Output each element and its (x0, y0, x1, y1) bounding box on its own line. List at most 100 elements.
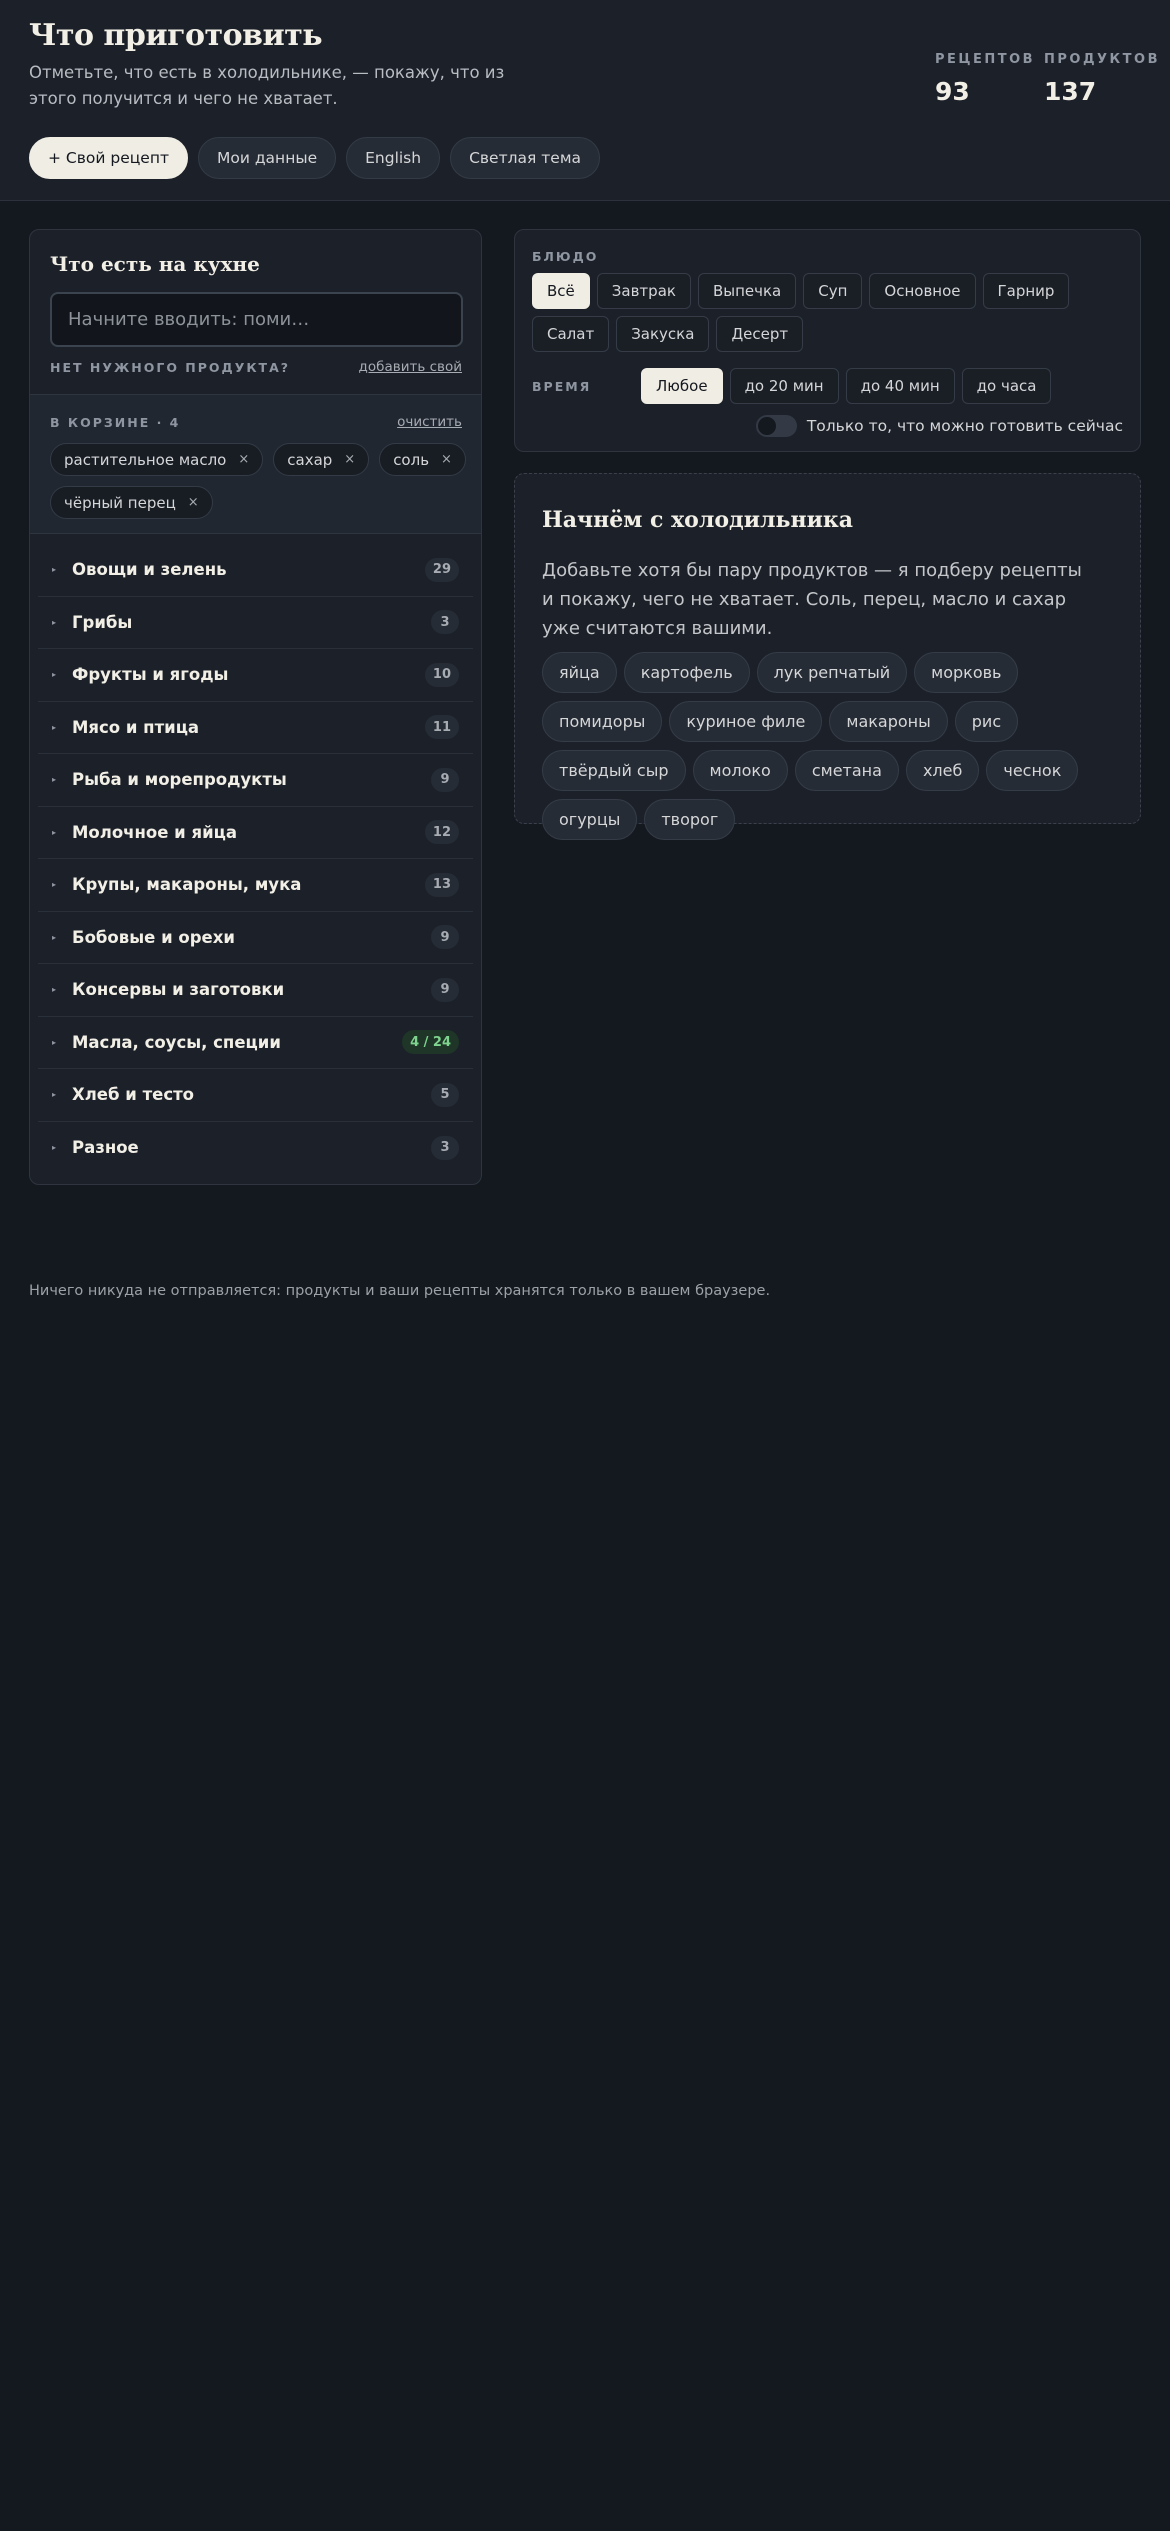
dish-option[interactable]: Суп (803, 273, 863, 309)
dish-filter-label: БЛЮДО (532, 249, 599, 264)
category-count-badge: 10 (424, 662, 459, 687)
suggestion-chip[interactable]: помидоры (542, 701, 663, 742)
header-actions: + Свой рецепт Мои данные English Светлая… (29, 137, 601, 179)
my-data-button[interactable]: Мои данные (197, 137, 337, 179)
basket-label: В КОРЗИНЕ · 4 (50, 415, 181, 430)
dish-option[interactable]: Основное (869, 273, 976, 309)
remove-icon[interactable]: × (188, 495, 199, 510)
dish-option[interactable]: Закуска (616, 316, 710, 352)
expand-arrow-icon: ▸ (52, 827, 57, 837)
expand-arrow-icon: ▸ (52, 1037, 57, 1047)
suggestion-chips: яйца картофель лук репчатый морковь помидоры… (542, 652, 1122, 840)
suggestion-chip[interactable]: куриное филе (669, 701, 823, 742)
category-row[interactable]: ▸ Хлеб и тесто 5 (38, 1069, 473, 1122)
dish-option[interactable]: Гарнир (982, 273, 1070, 309)
empty-state-text: Добавьте хотя бы пару продуктов — я подб… (542, 560, 1082, 639)
category-label: Овощи и зелень (72, 560, 227, 580)
theme-button[interactable]: Светлая тема (450, 137, 601, 179)
category-count-badge: 13 (424, 872, 459, 897)
suggestion-chip[interactable]: рис (954, 701, 1019, 742)
expand-arrow-icon: ▸ (52, 880, 57, 890)
filter-panel: БЛЮДО Всё Завтрак Выпечка Суп Основное Гарнир… (514, 229, 1141, 452)
category-label: Грибы (72, 612, 133, 632)
category-row[interactable]: ▸ Рыба и морепродукты 9 (38, 754, 473, 807)
expand-arrow-icon: ▸ (52, 985, 57, 995)
time-filter-label: ВРЕМЯ (532, 379, 592, 394)
dish-option[interactable]: Салат (532, 316, 610, 352)
remove-icon[interactable]: × (441, 452, 452, 467)
category-count-badge: 29 (424, 557, 459, 582)
suggestion-chip[interactable]: морковь (914, 652, 1019, 693)
category-count-badge: 5 (431, 1082, 459, 1107)
category-row[interactable]: ▸ Молочное и яйца 12 (38, 807, 473, 859)
recipes-stat-value: 93 (935, 77, 970, 106)
suggestion-chip[interactable]: огурцы (542, 799, 638, 840)
dish-option[interactable]: Завтрак (596, 273, 691, 309)
add-recipe-button[interactable]: + Свой рецепт (29, 137, 188, 179)
expand-arrow-icon: ▸ (52, 775, 57, 785)
time-option[interactable]: до 20 мин (729, 368, 839, 404)
cook-now-toggle-label: Только то, что можно готовить сейчас (806, 417, 1123, 435)
category-label: Хлеб и тесто (72, 1085, 195, 1105)
category-row[interactable]: ▸ Овощи и зелень 29 (38, 544, 473, 597)
suggestion-chip[interactable]: чеснок (986, 750, 1079, 791)
basket-chip-label: чёрный перец (64, 493, 176, 512)
time-filter: Любое до 20 мин до 40 мин до часа (641, 368, 1052, 404)
language-button[interactable]: English (346, 137, 441, 179)
products-stat: ПРОДУКТОВ 137 (1044, 52, 1160, 106)
category-label: Масла, соусы, специи (72, 1032, 281, 1052)
basket-chip-label: соль (393, 450, 430, 469)
basket-chip-label: растительное масло (64, 450, 227, 469)
add-own-product-link[interactable]: добавить свой (359, 359, 462, 375)
category-count-badge: 9 (431, 767, 459, 792)
products-stat-value: 137 (1044, 77, 1097, 106)
basket-chip: растительное масло × (50, 443, 264, 476)
category-row[interactable]: ▸ Масла, соусы, специи 4 / 24 (38, 1017, 473, 1069)
dish-option[interactable]: Всё (532, 273, 590, 309)
suggestion-chip[interactable]: сметана (794, 750, 899, 791)
expand-arrow-icon: ▸ (52, 565, 57, 575)
ingredient-search-input[interactable] (50, 292, 463, 347)
category-label: Разное (72, 1138, 139, 1158)
category-count-badge: 4 / 24 (402, 1030, 459, 1055)
category-label: Бобовые и орехи (72, 927, 235, 947)
suggestion-chip[interactable]: макароны (829, 701, 948, 742)
category-row[interactable]: ▸ Крупы, макароны, мука 13 (38, 859, 473, 912)
dish-option[interactable]: Выпечка (697, 273, 797, 309)
basket-chips: растительное масло × сахар × соль × чёрный пер… (50, 443, 470, 519)
suggestion-chip[interactable]: яйца (542, 652, 617, 693)
suggestion-chip[interactable]: хлеб (905, 750, 980, 791)
expand-arrow-icon: ▸ (52, 722, 57, 732)
missing-product-label: НЕТ НУЖНОГО ПРОДУКТА? (50, 360, 290, 375)
remove-icon[interactable]: × (344, 452, 355, 467)
time-option[interactable]: до часа (961, 368, 1052, 404)
category-row[interactable]: ▸ Бобовые и орехи 9 (38, 912, 473, 964)
category-row[interactable]: ▸ Разное 3 (38, 1122, 473, 1175)
suggestion-chip[interactable]: лук репчатый (756, 652, 908, 693)
suggestion-chip[interactable]: твёрдый сыр (542, 750, 686, 791)
category-row[interactable]: ▸ Грибы 3 (38, 597, 473, 649)
time-option[interactable]: до 40 мин (845, 368, 955, 404)
app-header: Что приготовить Отметьте, что есть в хол… (0, 0, 1170, 201)
category-row[interactable]: ▸ Мясо и птица 11 (38, 702, 473, 754)
recipes-stat-label: РЕЦЕПТОВ (935, 52, 1036, 67)
clear-basket-link[interactable]: очистить (397, 414, 462, 430)
dish-option[interactable]: Десерт (716, 316, 804, 352)
time-option[interactable]: Любое (641, 368, 723, 404)
expand-arrow-icon: ▸ (52, 617, 57, 627)
app-title: Что приготовить (29, 18, 323, 53)
category-label: Мясо и птица (72, 717, 200, 737)
category-count-badge: 12 (424, 820, 459, 845)
category-count-badge: 9 (431, 977, 459, 1002)
category-row[interactable]: ▸ Фрукты и ягоды 10 (38, 649, 473, 702)
suggestion-chip[interactable]: творог (644, 799, 736, 840)
cook-now-toggle[interactable] (755, 415, 797, 437)
category-row[interactable]: ▸ Консервы и заготовки 9 (38, 964, 473, 1017)
suggestion-chip[interactable]: молоко (692, 750, 788, 791)
suggestion-chip[interactable]: картофель (623, 652, 750, 693)
expand-arrow-icon: ▸ (52, 1090, 57, 1100)
category-label: Крупы, макароны, мука (72, 875, 302, 895)
remove-icon[interactable]: × (238, 452, 249, 467)
basket-chip: сахар × (273, 443, 370, 476)
recipes-stat: РЕЦЕПТОВ 93 (935, 52, 1035, 106)
